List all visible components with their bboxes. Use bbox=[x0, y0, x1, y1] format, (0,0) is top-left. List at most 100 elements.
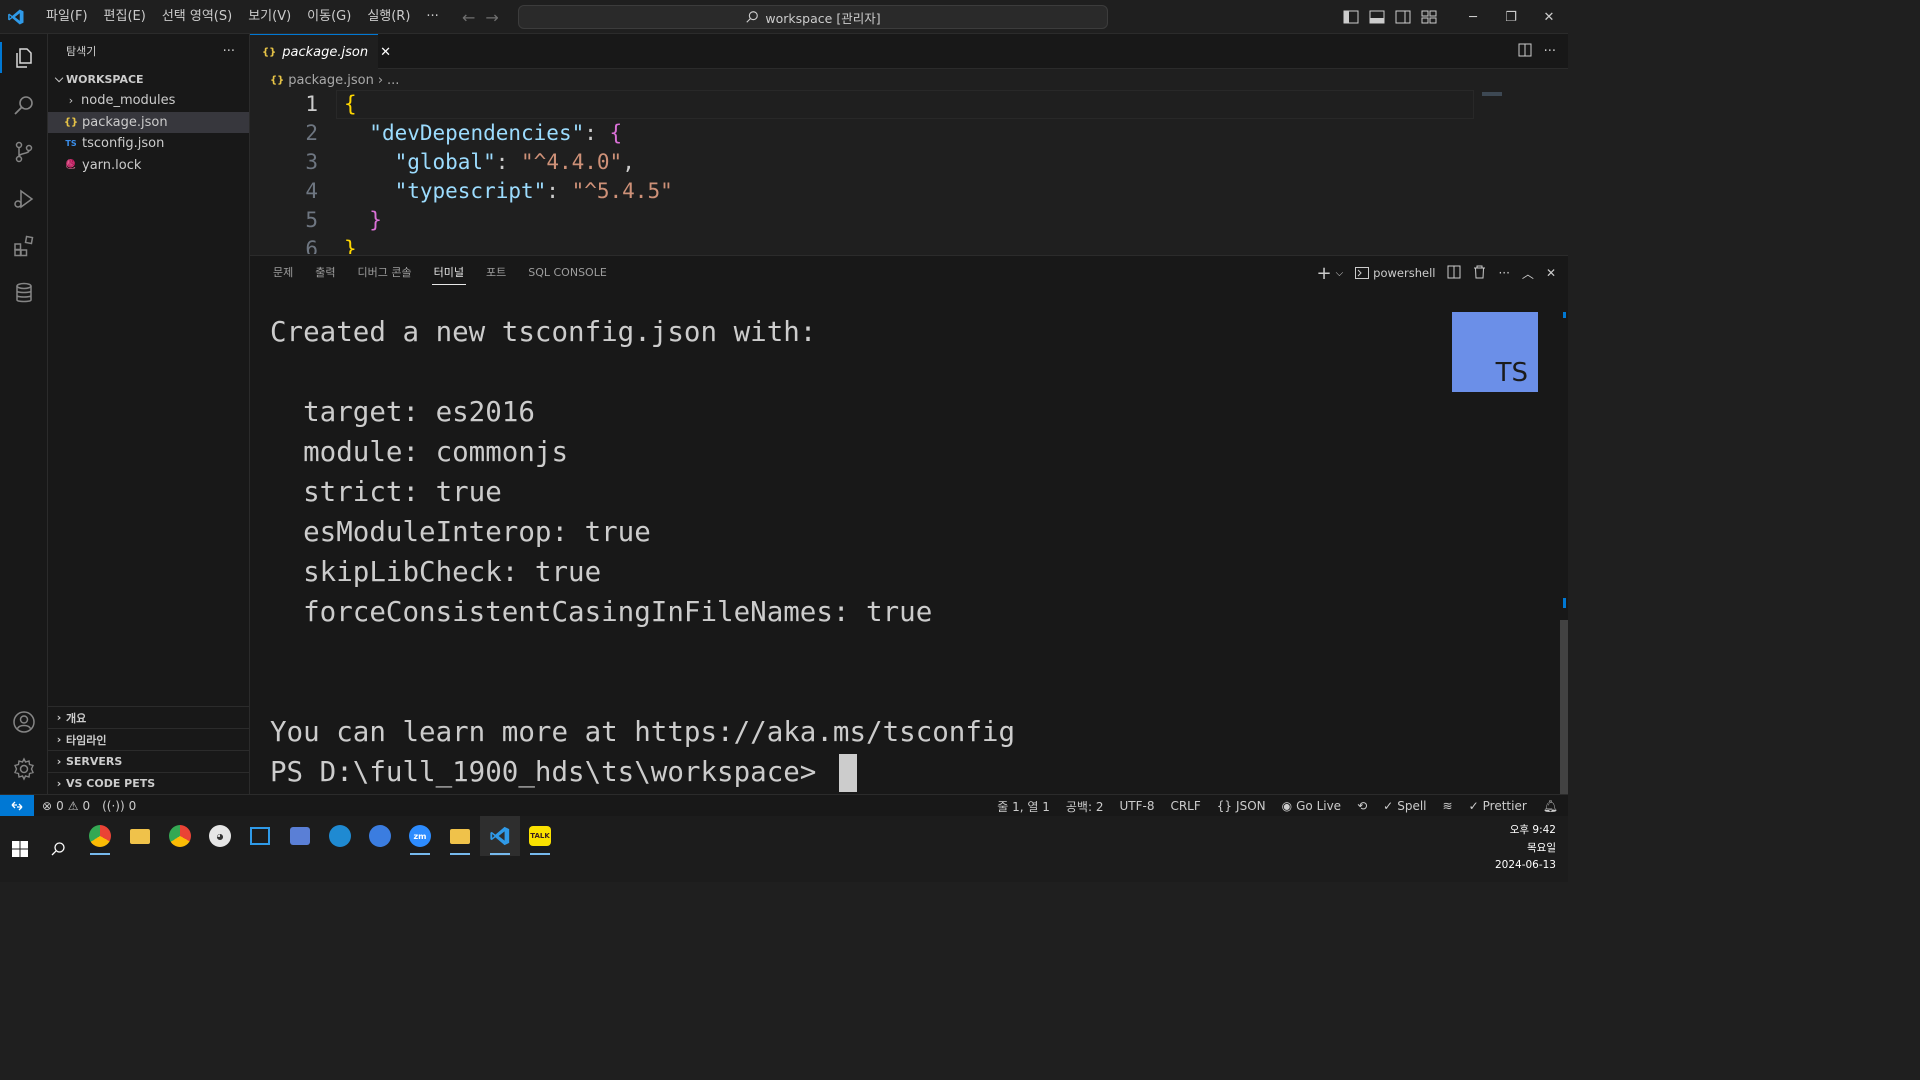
outline-section-header[interactable]: › 개요 bbox=[48, 706, 250, 728]
tab-problems[interactable]: 문제 bbox=[262, 256, 304, 290]
edge-icon[interactable] bbox=[320, 816, 360, 856]
clock-date: 2024-06-13 bbox=[1494, 859, 1556, 871]
breadcrumb-file[interactable]: package.json bbox=[288, 73, 374, 88]
workspace-section-header[interactable]: ⌵ WORKSPACE bbox=[48, 68, 249, 90]
chevron-right-icon: › bbox=[68, 94, 74, 108]
sidebar-bottom-sections: › 개요 › 타임라인 › SERVERS › VS CODE PETS bbox=[48, 706, 250, 794]
toggle-primary-sidebar-icon[interactable] bbox=[1338, 0, 1364, 34]
activity-bar bbox=[0, 34, 48, 794]
menu-view[interactable]: 보기(V) bbox=[240, 0, 299, 34]
terminal-shell-selector[interactable]: powershell bbox=[1355, 266, 1435, 280]
tab-debug-console[interactable]: 디버그 콘솔 bbox=[347, 256, 423, 290]
tab-sql-console[interactable]: SQL CONSOLE bbox=[517, 256, 618, 290]
remote-desktop-icon[interactable] bbox=[240, 816, 280, 856]
explorer-more-button[interactable]: ··· bbox=[223, 44, 235, 59]
toggle-secondary-sidebar-icon[interactable] bbox=[1390, 0, 1416, 34]
system-clock[interactable]: 오후 9:42 목요일 2024-06-13 bbox=[1495, 822, 1556, 875]
menu-file[interactable]: 파일(F) bbox=[38, 0, 96, 34]
network-app-icon[interactable] bbox=[280, 816, 320, 856]
run-debug-icon[interactable] bbox=[0, 175, 48, 222]
chrome-icon[interactable] bbox=[160, 816, 200, 856]
settings-gear-icon[interactable] bbox=[0, 745, 48, 792]
github-desktop-icon[interactable]: ◕ bbox=[200, 816, 240, 856]
tab-ports[interactable]: 포트 bbox=[475, 256, 517, 290]
tree-item-package-json[interactable]: {} package.json bbox=[48, 111, 249, 133]
code-line: 6 } bbox=[250, 235, 1568, 254]
panel-more-icon[interactable]: ··· bbox=[1498, 266, 1509, 280]
trash-icon[interactable] bbox=[1473, 265, 1486, 282]
split-terminal-icon[interactable] bbox=[1447, 265, 1461, 282]
close-panel-icon[interactable]: ✕ bbox=[1546, 266, 1556, 280]
pets-icon[interactable]: ≋ bbox=[1443, 799, 1453, 813]
tree-item-tsconfig[interactable]: TS tsconfig.json bbox=[48, 133, 249, 155]
chrome-dev-icon[interactable] bbox=[80, 816, 120, 856]
kakaotalk-icon[interactable]: TALK bbox=[520, 816, 560, 856]
close-tab-icon[interactable]: ✕ bbox=[380, 45, 391, 60]
accounts-icon[interactable] bbox=[0, 698, 48, 745]
new-terminal-icon[interactable]: + bbox=[1316, 263, 1331, 284]
editor-more-icon[interactable]: ··· bbox=[1544, 44, 1556, 59]
customize-layout-icon[interactable] bbox=[1416, 0, 1442, 34]
menu-selection[interactable]: 선택 영역(S) bbox=[154, 0, 240, 34]
terminal-line: module: commonjs bbox=[270, 436, 569, 468]
chevron-down-icon[interactable]: ⌵ bbox=[1336, 268, 1344, 279]
spell-status[interactable]: ✓ Spell bbox=[1383, 799, 1426, 813]
encoding[interactable]: UTF-8 bbox=[1119, 799, 1154, 813]
extensions-icon[interactable] bbox=[0, 222, 48, 269]
windows-start-icon[interactable] bbox=[0, 816, 40, 882]
shell-label: powershell bbox=[1373, 266, 1436, 280]
prettier-status[interactable]: ✓ Prettier bbox=[1469, 799, 1527, 813]
tree-item-node-modules[interactable]: › node_modules bbox=[48, 90, 249, 112]
terminal-line: forceConsistentCasingInFileNames: true bbox=[270, 596, 933, 628]
problems-status[interactable]: ⊗ 0 ⚠ 0 bbox=[42, 799, 90, 813]
taskbar-search-icon[interactable] bbox=[40, 816, 76, 882]
go-live-button[interactable]: ◉ Go Live bbox=[1282, 799, 1341, 813]
indentation[interactable]: 공백: 2 bbox=[1066, 798, 1104, 815]
browser-icon[interactable] bbox=[360, 816, 400, 856]
servers-section-header[interactable]: › SERVERS bbox=[48, 750, 250, 772]
close-window-icon[interactable]: ✕ bbox=[1530, 0, 1568, 34]
tab-terminal[interactable]: 터미널 bbox=[423, 256, 475, 290]
command-center[interactable]: workspace [관리자] bbox=[518, 5, 1108, 29]
vscode-taskbar-icon[interactable] bbox=[480, 816, 520, 856]
end-of-line[interactable]: CRLF bbox=[1170, 799, 1200, 813]
notifications-bell-icon[interactable]: 🔔︎ bbox=[1543, 799, 1558, 813]
chevron-right-icon: › bbox=[56, 733, 62, 746]
vscode-pets-section-header[interactable]: › VS CODE PETS bbox=[48, 772, 250, 794]
language-mode[interactable]: {} JSON bbox=[1217, 799, 1266, 813]
terminal-scrollbar[interactable] bbox=[1560, 620, 1568, 795]
tree-item-yarn-lock[interactable]: 🧶 yarn.lock bbox=[48, 155, 249, 177]
database-icon[interactable] bbox=[0, 269, 48, 316]
folder-icon[interactable] bbox=[440, 816, 480, 856]
minimize-icon[interactable]: ─ bbox=[1454, 0, 1492, 34]
timeline-section-header[interactable]: › 타임라인 bbox=[48, 728, 250, 750]
menu-more[interactable]: ··· bbox=[418, 0, 446, 34]
clock-day: 목요일 bbox=[1527, 841, 1556, 854]
forward-arrow-icon[interactable]: → bbox=[485, 8, 498, 27]
tab-package-json[interactable]: {} package.json ✕ bbox=[250, 34, 391, 69]
split-editor-icon[interactable] bbox=[1518, 43, 1532, 61]
menu-go[interactable]: 이동(G) bbox=[299, 0, 359, 34]
menu-edit[interactable]: 편집(E) bbox=[96, 0, 154, 34]
menu-bar: 파일(F) 편집(E) 선택 영역(S) 보기(V) 이동(G) 실행(R) ·… bbox=[38, 0, 447, 34]
file-explorer-icon[interactable] bbox=[120, 816, 160, 856]
tab-output[interactable]: 출력 bbox=[304, 256, 346, 290]
code-line: 5 } bbox=[250, 206, 1568, 235]
ports-status[interactable]: ((·)) 0 bbox=[102, 799, 136, 813]
code-editor[interactable]: 1 { 2 "devDependencies": { 3 "global": "… bbox=[250, 90, 1568, 254]
remote-indicator[interactable] bbox=[0, 794, 34, 817]
toggle-panel-icon[interactable] bbox=[1364, 0, 1390, 34]
explorer-icon[interactable] bbox=[0, 34, 48, 81]
cursor-position[interactable]: 줄 1, 열 1 bbox=[997, 798, 1050, 815]
menu-run[interactable]: 실행(R) bbox=[359, 0, 418, 34]
check-icon: ✓ bbox=[1383, 799, 1394, 813]
restore-icon[interactable]: ❐ bbox=[1492, 0, 1530, 34]
back-arrow-icon[interactable]: ← bbox=[462, 8, 475, 27]
source-control-icon[interactable] bbox=[0, 128, 48, 175]
breadcrumb-more[interactable]: ... bbox=[387, 73, 399, 88]
editor-tab-bar: {} package.json ✕ ··· bbox=[250, 34, 1568, 69]
search-view-icon[interactable] bbox=[0, 81, 48, 128]
sync-icon[interactable]: ⟲ bbox=[1357, 799, 1367, 813]
maximize-panel-icon[interactable]: ︿ bbox=[1522, 265, 1534, 282]
zoom-icon[interactable]: zm bbox=[400, 816, 440, 856]
